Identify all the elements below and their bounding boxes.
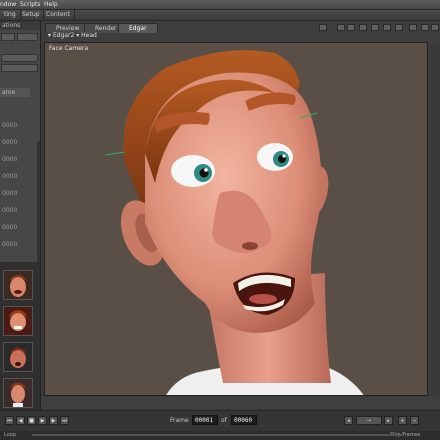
- current-frame-field[interactable]: 00001: [192, 415, 218, 425]
- room-tabs: ting Setup Content: [0, 10, 440, 21]
- view-icon[interactable]: [359, 24, 367, 31]
- panel-button-1[interactable]: [1, 33, 15, 41]
- panel-row: 0000: [2, 190, 18, 197]
- view-icon[interactable]: [421, 24, 429, 31]
- loop-toggle[interactable]: Loop: [4, 431, 16, 440]
- panel-row: 0000: [2, 207, 18, 214]
- step-forward-button[interactable]: ▶: [49, 416, 58, 425]
- panel-button-4[interactable]: [1, 64, 38, 72]
- view-icon[interactable]: [409, 24, 417, 31]
- go-to-end-button[interactable]: ⏭: [60, 416, 69, 425]
- thumbnail-4[interactable]: [3, 378, 33, 408]
- panel-header: ations: [0, 21, 40, 30]
- panel-row: 0000: [2, 122, 18, 129]
- of-label: of: [221, 417, 227, 424]
- view-icon[interactable]: [347, 24, 355, 31]
- menu-help[interactable]: Help: [44, 0, 58, 9]
- body-part-name: Head: [81, 32, 97, 39]
- frame-label: Frame: [170, 417, 189, 424]
- camera-label: Face Camera: [49, 45, 89, 52]
- view-icon[interactable]: [383, 24, 391, 31]
- view-icon[interactable]: [319, 24, 327, 31]
- panel-scrollbar[interactable]: [37, 141, 40, 281]
- timeline-scrubber[interactable]: [32, 434, 402, 436]
- chevron-down-icon: ▾: [76, 32, 80, 39]
- stop-button[interactable]: ■: [27, 416, 36, 425]
- thumbnail-2[interactable]: [3, 306, 33, 336]
- panel-row: 0000: [2, 241, 18, 248]
- view-icon[interactable]: [431, 24, 439, 31]
- viewport-bottom-bar: [41, 397, 440, 409]
- tab-edgar[interactable]: Edgar: [118, 23, 158, 33]
- view-icon[interactable]: [395, 24, 403, 31]
- panel-section-tab[interactable]: ame: [0, 88, 30, 97]
- figure-name: Edgar2: [52, 32, 75, 39]
- viewport-header: Preview Render Edgar: [41, 21, 440, 42]
- figure-selector[interactable]: ▾ Edgar2 ▾ Head: [48, 32, 97, 39]
- delete-key-button[interactable]: −: [410, 416, 419, 425]
- go-to-start-button[interactable]: ⏮: [5, 416, 14, 425]
- keyframe-prev-button[interactable]: ◂: [344, 416, 353, 425]
- total-frames-field[interactable]: 00060: [231, 415, 257, 425]
- thumbnail-strip: [0, 262, 40, 412]
- panel-row: 0000: [2, 224, 18, 231]
- viewport-side-panel: [430, 42, 440, 396]
- menu-bar: ndow Scripts Help: [0, 0, 440, 10]
- tab-setup[interactable]: Setup: [18, 10, 45, 20]
- panel-row: 0000: [2, 173, 18, 180]
- view-icon[interactable]: [337, 24, 345, 31]
- panel-row: 0000: [2, 156, 18, 163]
- thumbnail-3[interactable]: [3, 342, 33, 372]
- panel-row: 0000: [2, 139, 18, 146]
- keyframe-next-button[interactable]: ▸: [384, 416, 393, 425]
- chevron-down-icon: ▾: [48, 32, 52, 39]
- tab-content[interactable]: Content: [42, 10, 75, 20]
- play-button[interactable]: ▶: [38, 416, 47, 425]
- character-render: [104, 50, 364, 395]
- 3d-viewport[interactable]: Face Camera: [44, 42, 428, 396]
- menu-window[interactable]: ndow: [0, 0, 16, 9]
- guide-marker: [104, 151, 126, 156]
- menu-scripts[interactable]: Scripts: [20, 0, 41, 9]
- add-key-button[interactable]: +: [398, 416, 407, 425]
- key-button[interactable]: ⊸: [356, 416, 382, 425]
- panel-button-3[interactable]: [1, 54, 38, 62]
- view-icon[interactable]: [371, 24, 379, 31]
- thumbnail-1[interactable]: [3, 270, 33, 300]
- step-back-button[interactable]: ◀: [16, 416, 25, 425]
- panel-button-2[interactable]: [17, 33, 38, 41]
